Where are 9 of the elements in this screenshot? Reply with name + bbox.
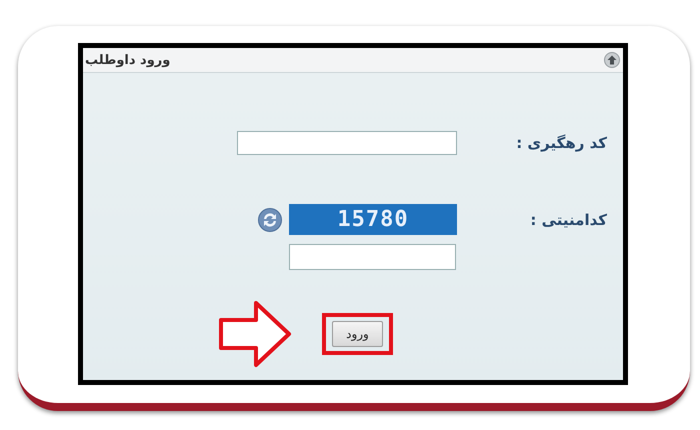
input-field[interactable] bbox=[289, 244, 456, 270]
panel-title: ورود داوطلب bbox=[85, 52, 170, 68]
collapse-icon[interactable] bbox=[604, 52, 620, 68]
captcha-image: 15780 bbox=[289, 204, 457, 235]
field-label: کد رهگیری : bbox=[516, 134, 608, 152]
input-field[interactable] bbox=[237, 131, 457, 155]
login-button[interactable]: ورود bbox=[332, 321, 383, 347]
refresh-icon[interactable] bbox=[258, 208, 282, 232]
field-label: کدامنیتی : bbox=[530, 211, 608, 229]
